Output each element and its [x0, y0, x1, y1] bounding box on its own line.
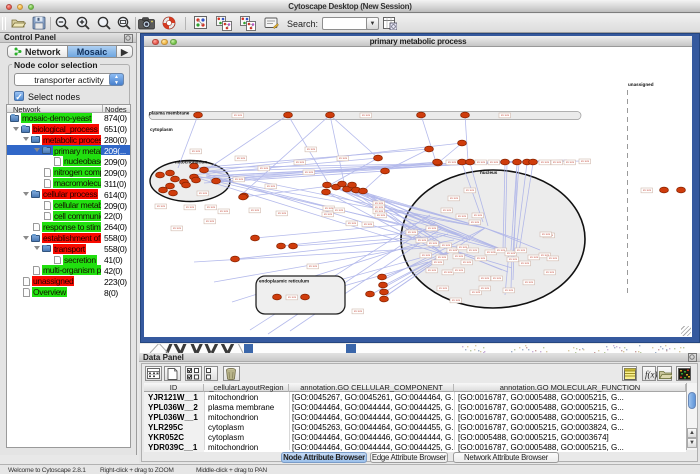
svg-text:endoplasmic reticulum: endoplasmic reticulum [259, 279, 309, 284]
svg-text:xx xxx: xx xxx [207, 205, 216, 209]
svg-text:xx xxx: xx xxx [553, 160, 562, 164]
svg-text:xx xxx: xx xxx [199, 191, 208, 195]
svg-text:xx xxx: xx xxx [237, 156, 246, 160]
svg-text:xx xxx: xx xxx [444, 270, 453, 274]
svg-text:xx xxx: xx xxx [324, 212, 333, 216]
svg-text:xx xxx: xx xxx [434, 260, 443, 264]
svg-text:xx xxx: xx xxx [493, 276, 502, 280]
svg-text:xx xxx: xx xxx [566, 160, 575, 164]
svg-text:xx xxx: xx xxx [186, 205, 195, 209]
svg-text:xx xxx: xx xxx [439, 286, 448, 290]
svg-text:xx xxx: xx xxx [288, 295, 297, 299]
svg-text:xx xxx: xx xxx [477, 256, 486, 260]
svg-text:xx xxx: xx xxx [452, 298, 461, 302]
svg-text:xx xxx: xx xxx [455, 254, 464, 258]
svg-text:xx xxx: xx xxx [305, 170, 314, 174]
svg-text:xx xxx: xx xxx [458, 214, 467, 218]
svg-text:xx xxx: xx xxx [481, 286, 490, 290]
svg-text:xx xxx: xx xxx [517, 248, 526, 252]
svg-text:xx xxx: xx xxx [364, 222, 373, 226]
svg-text:xx xxx: xx xxx [192, 149, 201, 153]
svg-text:xx xxx: xx xxx [260, 166, 269, 170]
svg-text:xx xxx: xx xxx [307, 147, 316, 151]
svg-text:xx xxx: xx xxx [525, 280, 534, 284]
svg-text:xx xxx: xx xxx [471, 220, 480, 224]
svg-text:xx xxx: xx xxx [466, 188, 475, 192]
svg-text:xx xxx: xx xxx [348, 221, 357, 225]
svg-text:xx xxx: xx xxx [428, 226, 437, 230]
svg-text:xx xxx: xx xxx [206, 219, 215, 223]
svg-text:xx xxx: xx xxx [339, 156, 348, 160]
svg-text:xx xxx: xx xxx [354, 309, 363, 313]
svg-text:xx xxx: xx xxx [438, 255, 447, 259]
svg-text:xx xxx: xx xxx [509, 257, 518, 261]
svg-text:xx xxx: xx xxx [443, 208, 452, 212]
svg-text:xx xxx: xx xxx [428, 268, 437, 272]
svg-text:xx xxx: xx xxx [541, 160, 550, 164]
svg-text:xx xxx: xx xxx [449, 248, 458, 252]
svg-text:xx xxx: xx xxx [549, 256, 558, 260]
svg-text:xx xxx: xx xxx [442, 243, 451, 247]
svg-text:xx xxx: xx xxx [459, 245, 468, 249]
svg-text:xx xxx: xx xxx [309, 264, 318, 268]
svg-text:xx xxx: xx xxx [490, 160, 499, 164]
svg-text:xx xxx: xx xxx [542, 232, 551, 236]
svg-text:xx xxx: xx xxx [422, 253, 431, 257]
svg-text:xx xxx: xx xxx [455, 268, 464, 272]
svg-text:xx xxx: xx xxx [546, 270, 555, 274]
svg-text:xx xxx: xx xxx [497, 248, 506, 252]
svg-text:xx xxx: xx xxx [251, 208, 260, 212]
svg-text:xx xxx: xx xxx [157, 204, 166, 208]
svg-text:xx xxx: xx xxx [418, 238, 427, 242]
svg-text:xx xxx: xx xxx [463, 260, 472, 264]
svg-text:xx xxx: xx xxx [474, 213, 483, 217]
svg-text:xx xxx: xx xxx [450, 196, 459, 200]
svg-text:xx xxx: xx xxx [477, 160, 486, 164]
svg-text:xx xxx: xx xxx [296, 160, 305, 164]
svg-text:xx xxx: xx xxx [278, 211, 287, 215]
svg-text:nucleus: nucleus [480, 170, 498, 175]
svg-text:xx xxx: xx xxx [235, 177, 244, 181]
svg-text:f(x): f(x) [645, 369, 657, 379]
svg-text:xx xxx: xx xxx [335, 208, 344, 212]
svg-text:xx xxx: xx xxx [521, 261, 530, 265]
svg-text:xx xxx: xx xxx [481, 276, 490, 280]
svg-text:xx xxx: xx xxx [581, 159, 590, 163]
svg-text:xx xxx: xx xxx [362, 113, 371, 117]
svg-text:cytoplasm: cytoplasm [150, 127, 173, 132]
svg-text:xx xxx: xx xxx [530, 255, 539, 259]
svg-text:mitochondrion: mitochondrion [175, 160, 207, 165]
svg-text:xx xxx: xx xxx [469, 248, 478, 252]
svg-text:xx xxx: xx xxx [173, 226, 182, 230]
svg-text:xx xxx: xx xxx [448, 160, 457, 164]
svg-text:xx xxx: xx xxx [267, 184, 276, 188]
svg-text:xx xxx: xx xxx [377, 213, 386, 217]
svg-text:unassigned: unassigned [628, 82, 654, 87]
svg-text:xx xxx: xx xxx [643, 188, 652, 192]
svg-text:xx xxx: xx xxx [487, 250, 496, 254]
svg-text:xx xxx: xx xxx [429, 241, 438, 245]
svg-text:xx xxx: xx xxx [501, 113, 510, 117]
svg-text:xx xxx: xx xxx [234, 113, 243, 117]
svg-text:xx xxx: xx xxx [325, 206, 334, 210]
svg-text:xx xxx: xx xxx [408, 230, 417, 234]
svg-text:xx xxx: xx xxx [507, 251, 516, 255]
svg-text:xx xxx: xx xxx [220, 209, 229, 213]
svg-text:plasma membrane: plasma membrane [149, 111, 190, 116]
svg-text:xx xxx: xx xxx [505, 288, 514, 292]
